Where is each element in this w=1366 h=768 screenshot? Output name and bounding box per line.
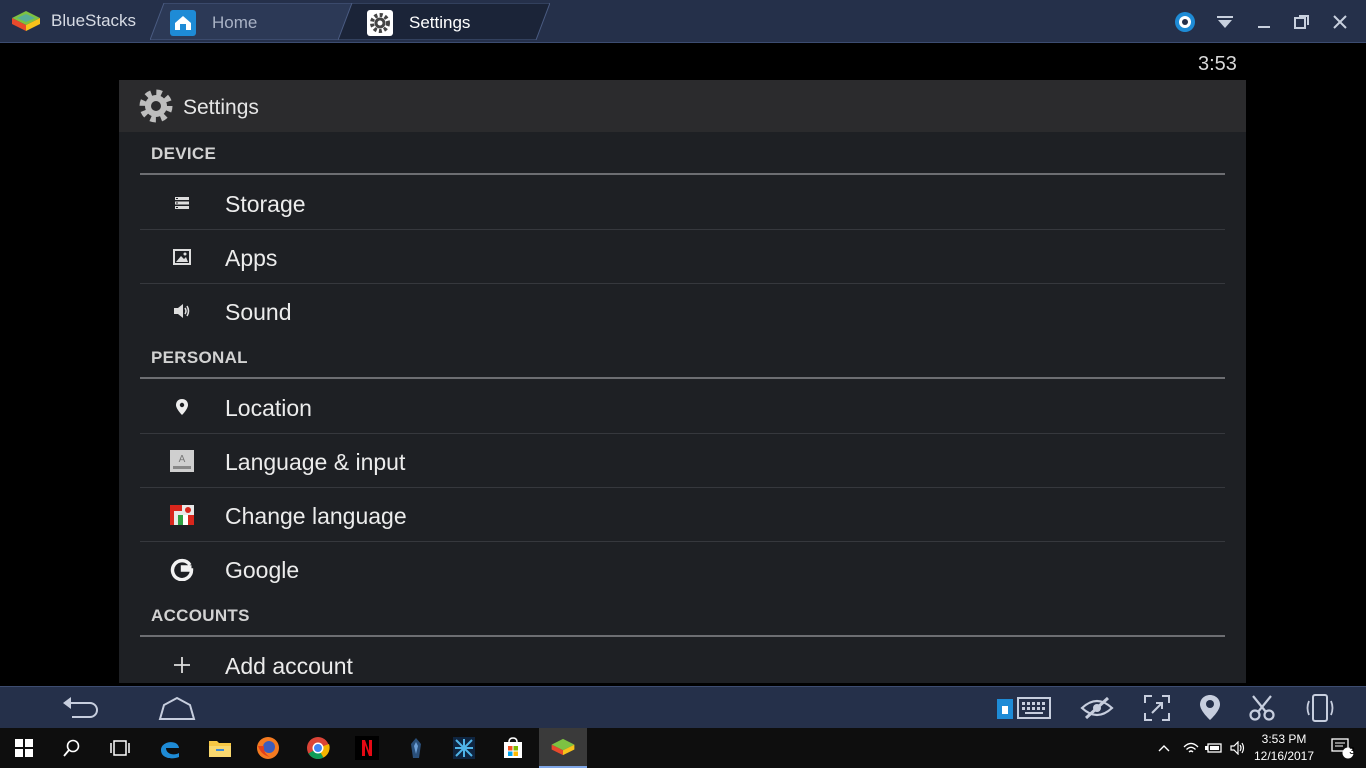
settings-item-label: Change language <box>225 503 407 529</box>
section-divider <box>140 377 1225 379</box>
wifi-icon[interactable] <box>1180 728 1202 768</box>
flags-icon <box>170 503 194 527</box>
app-name: BlueStacks <box>51 11 137 30</box>
settings-item-add-account[interactable]: Add account <box>140 638 1225 683</box>
section-label: ACCOUNTS <box>151 606 250 625</box>
settings-item-label: Apps <box>225 245 278 271</box>
settings-item-location[interactable]: Location <box>140 380 1225 434</box>
keyboard-icon[interactable] <box>995 692 1053 724</box>
app2-icon[interactable] <box>440 728 488 768</box>
settings-item-google[interactable]: Google <box>140 542 1225 596</box>
settings-item-label: Location <box>225 395 312 421</box>
action-bar: Settings <box>119 80 1246 132</box>
section-divider <box>140 173 1225 175</box>
notification-count-badge: 3 <box>1349 746 1355 757</box>
bluestacks-icon[interactable] <box>539 728 587 768</box>
eye-hidden-icon[interactable] <box>1078 692 1116 724</box>
battery-icon[interactable] <box>1202 728 1226 768</box>
section-header-device: DEVICE <box>140 132 1225 176</box>
scissors-icon[interactable] <box>1246 692 1278 724</box>
location-icon[interactable] <box>1196 692 1224 724</box>
svg-text:A: A <box>179 454 186 465</box>
windows-taskbar: 3:53 PM 12/16/2017 3 <box>0 728 1366 768</box>
google-g-icon <box>170 557 194 581</box>
bluestacks-bottom-bar <box>0 686 1366 728</box>
volume-icon[interactable] <box>1226 728 1250 768</box>
android-screen: 3:53 Settings DEVICE Storage Apps Sound … <box>7 47 1360 683</box>
section-label: DEVICE <box>151 144 217 163</box>
speaker-icon <box>170 299 194 323</box>
chrome-icon[interactable] <box>294 728 342 768</box>
tab-home[interactable]: Home <box>150 3 355 40</box>
tab-settings-label: Settings <box>409 13 471 32</box>
dropdown-icon[interactable] <box>1212 9 1238 35</box>
settings-item-label: Sound <box>225 299 292 325</box>
windows-start-icon[interactable] <box>0 728 48 768</box>
search-icon[interactable] <box>48 728 96 768</box>
back-icon[interactable] <box>58 692 102 724</box>
status-bar-clock: 3:53 <box>1198 53 1237 75</box>
close-icon[interactable] <box>1327 9 1353 35</box>
netflix-icon[interactable] <box>343 728 391 768</box>
plus-icon <box>170 653 194 677</box>
settings-item-sound[interactable]: Sound <box>140 284 1225 338</box>
gear-icon[interactable] <box>137 87 175 125</box>
storage-icon <box>170 191 194 215</box>
page-title: Settings <box>183 96 259 119</box>
bluestacks-title-bar: BlueStacks Home Settings <box>0 0 1366 43</box>
minimize-icon[interactable] <box>1251 9 1277 35</box>
settings-item-label: Google <box>225 557 300 583</box>
system-clock[interactable]: 3:53 PM 12/16/2017 <box>1252 731 1316 765</box>
section-label: PERSONAL <box>151 348 248 367</box>
settings-item-change-language[interactable]: Change language <box>140 488 1225 542</box>
bluestacks-logo-icon <box>12 11 40 31</box>
tab-settings[interactable]: Settings <box>338 3 550 40</box>
clock-time: 3:53 PM <box>1261 732 1307 746</box>
edge-icon[interactable] <box>146 728 194 768</box>
firefox-icon[interactable] <box>244 728 292 768</box>
store-icon[interactable] <box>489 728 537 768</box>
fullscreen-icon[interactable] <box>1141 692 1173 724</box>
clock-date: 12/16/2017 <box>1253 749 1315 763</box>
section-divider <box>140 635 1225 637</box>
task-view-icon[interactable] <box>96 728 144 768</box>
rotate-device-icon[interactable] <box>1302 692 1338 724</box>
settings-item-storage[interactable]: Storage <box>140 176 1225 230</box>
settings-item-label: Storage <box>225 191 306 217</box>
settings-item-label: Language & input <box>225 449 406 475</box>
gear-icon <box>367 10 393 36</box>
section-header-personal: PERSONAL <box>140 336 1225 380</box>
tab-home-label: Home <box>212 13 258 32</box>
app-icon[interactable] <box>392 728 440 768</box>
home-icon[interactable] <box>156 692 198 724</box>
notification-center-icon[interactable]: 3 <box>1318 728 1366 768</box>
file-explorer-icon[interactable] <box>196 728 244 768</box>
location-pin-icon <box>170 395 194 419</box>
section-header-accounts: ACCOUNTS <box>140 594 1225 638</box>
chevron-up-icon[interactable] <box>1151 728 1177 768</box>
settings-item-language-input[interactable]: A Language & input <box>140 434 1225 488</box>
keyboard-icon: A <box>170 449 194 473</box>
account-icon[interactable] <box>1172 9 1198 35</box>
settings-item-apps[interactable]: Apps <box>140 230 1225 284</box>
apps-icon <box>170 245 194 269</box>
home-icon <box>170 10 196 36</box>
settings-item-label: Add account <box>225 653 353 679</box>
settings-panel: Settings DEVICE Storage Apps Sound PERSO… <box>119 80 1246 683</box>
restore-icon[interactable] <box>1289 9 1315 35</box>
